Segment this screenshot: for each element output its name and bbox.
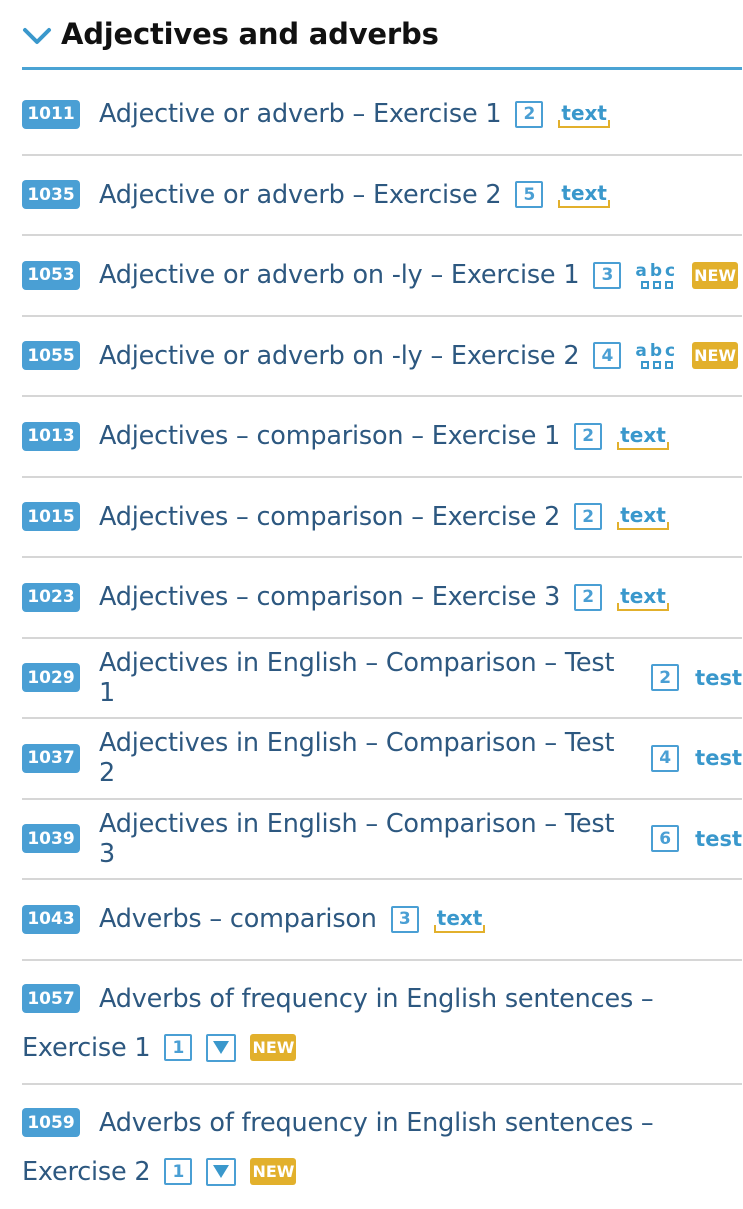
text-tag: text	[617, 584, 669, 611]
test-tag: test	[695, 746, 742, 771]
exercise-number-badge: 1023	[22, 582, 80, 612]
exercise-title-link[interactable]: Adjective or adverb on -ly – Exercise 1	[99, 260, 580, 290]
new-badge: NEW	[250, 1158, 297, 1185]
exercise-number-badge: 1037	[22, 743, 80, 773]
exercise-title-link[interactable]: Adjectives – comparison – Exercise 2	[99, 502, 560, 532]
list-item[interactable]: 1023 Adjectives – comparison – Exercise …	[22, 558, 742, 639]
exercise-title-link-continued[interactable]: Exercise 2	[22, 1157, 151, 1187]
exercise-title-link[interactable]: Adverbs of frequency in English sentence…	[99, 984, 654, 1014]
exercise-number-badge: 1029	[22, 663, 80, 693]
page-count-badge: 6	[651, 825, 680, 853]
exercise-title-link-continued[interactable]: Exercise 1	[22, 1033, 151, 1063]
page-count-badge: 4	[651, 744, 680, 772]
list-item[interactable]: 1037 Adjectives in English – Comparison …	[22, 719, 742, 800]
page-count-badge: 4	[593, 342, 622, 370]
test-tag: test	[695, 826, 742, 851]
text-tag: text	[617, 503, 669, 531]
exercise-title-link[interactable]: Adjective or adverb on -ly – Exercise 2	[99, 341, 580, 371]
exercise-number-badge: 1057	[22, 984, 80, 1013]
exercise-title-link[interactable]: Adjectives – comparison – Exercise 1	[99, 421, 560, 451]
exercise-number-badge: 1059	[22, 1108, 80, 1137]
exercise-title-link[interactable]: Adjectives in English – Comparison – Tes…	[99, 728, 637, 788]
section-header[interactable]: Adjectives and adverbs	[22, 0, 742, 70]
list-item[interactable]: 1011 Adjective or adverb – Exercise 1 2 …	[22, 75, 742, 156]
exercise-number-badge: 1013	[22, 421, 80, 451]
list-item[interactable]: 1043 Adverbs – comparison 3 text	[22, 880, 742, 961]
exercise-title-link[interactable]: Adverbs – comparison	[99, 904, 377, 934]
exercise-list: 1011 Adjective or adverb – Exercise 1 2 …	[22, 75, 742, 1209]
text-tag: text	[617, 423, 669, 450]
exercise-number-badge: 1035	[22, 180, 80, 210]
text-tag: text	[558, 181, 610, 209]
list-item[interactable]: 1057 Adverbs of frequency in English sen…	[22, 961, 742, 1085]
exercise-title-link[interactable]: Adjective or adverb – Exercise 2	[99, 180, 502, 210]
exercise-number-badge: 1053	[22, 260, 80, 290]
chevron-down-icon[interactable]	[22, 26, 52, 46]
section-title: Adjectives and adverbs	[61, 16, 439, 51]
list-item[interactable]: 1039 Adjectives in English – Comparison …	[22, 800, 742, 880]
letter-boxes-icon: abc	[635, 342, 678, 370]
page-count-badge: 3	[593, 261, 622, 289]
page-count-badge: 2	[574, 422, 603, 450]
list-item[interactable]: 1053 Adjective or adverb on -ly – Exerci…	[22, 236, 742, 317]
list-item[interactable]: 1035 Adjective or adverb – Exercise 2 5 …	[22, 156, 742, 236]
page-count-badge: 2	[651, 664, 680, 692]
text-tag: text	[433, 906, 486, 933]
text-tag: text	[558, 101, 610, 128]
exercise-title-link[interactable]: Adjectives in English – Comparison – Tes…	[99, 809, 637, 869]
exercise-title-link[interactable]: Adverbs of frequency in English sentence…	[99, 1108, 654, 1138]
exercise-number-badge: 1055	[22, 341, 80, 371]
page-count-badge: 2	[574, 503, 603, 531]
page-count-badge: 5	[515, 181, 544, 209]
letter-boxes-icon: abc	[635, 262, 678, 289]
new-badge: NEW	[692, 342, 739, 370]
page-count-badge: 2	[574, 583, 603, 611]
list-item[interactable]: 1055 Adjective or adverb on -ly – Exerci…	[22, 317, 742, 397]
list-item[interactable]: 1029 Adjectives in English – Comparison …	[22, 639, 742, 719]
page-count-badge: 3	[390, 905, 419, 933]
exercise-title-link[interactable]: Adjectives in English – Comparison – Tes…	[99, 648, 637, 708]
test-tag: test	[695, 665, 742, 690]
exercise-title-link[interactable]: Adjective or adverb – Exercise 1	[99, 99, 502, 129]
dropdown-triangle-icon	[206, 1157, 237, 1186]
new-badge: NEW	[250, 1034, 297, 1061]
page-count-badge: 1	[164, 1034, 193, 1061]
page-count-badge: 2	[515, 100, 544, 128]
list-item[interactable]: 1015 Adjectives – comparison – Exercise …	[22, 478, 742, 558]
exercise-number-badge: 1011	[22, 99, 80, 129]
dropdown-triangle-icon	[206, 1033, 237, 1062]
page-count-badge: 1	[164, 1158, 193, 1185]
new-badge: NEW	[692, 261, 739, 289]
exercise-number-badge: 1015	[22, 502, 80, 532]
exercise-title-link[interactable]: Adjectives – comparison – Exercise 3	[99, 582, 560, 612]
list-item[interactable]: 1059 Adverbs of frequency in English sen…	[22, 1085, 742, 1209]
list-item[interactable]: 1013 Adjectives – comparison – Exercise …	[22, 397, 742, 478]
exercise-number-badge: 1043	[22, 904, 80, 934]
exercise-number-badge: 1039	[22, 824, 80, 854]
